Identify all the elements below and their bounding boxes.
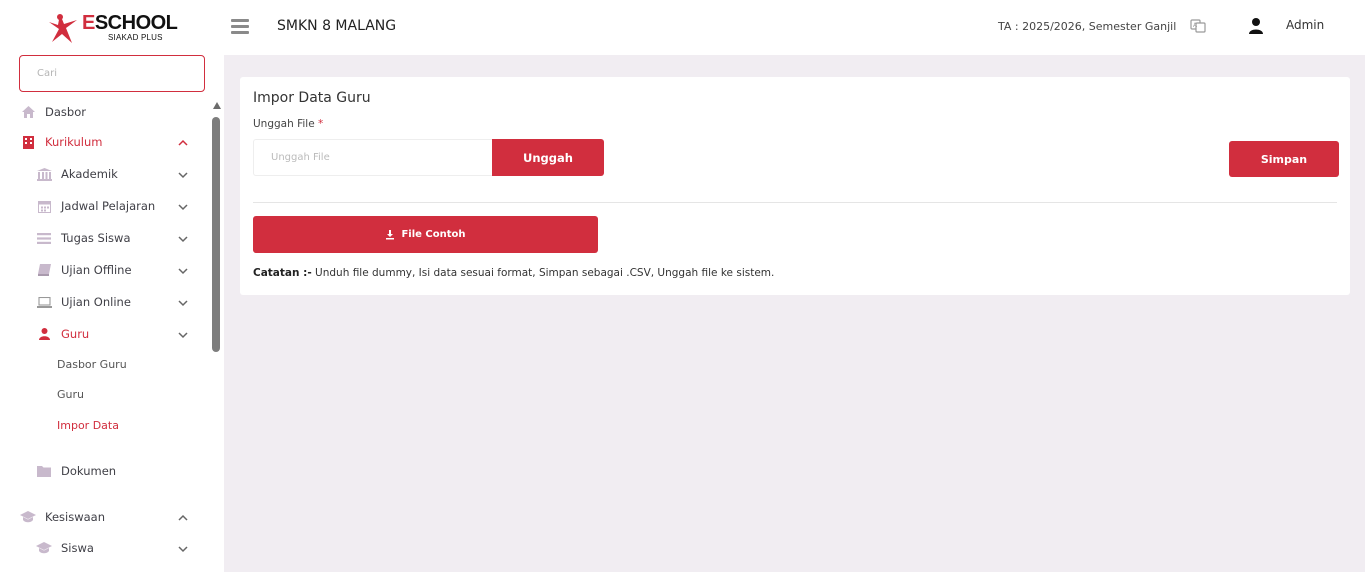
graduation-cap-icon: [36, 540, 52, 556]
sidebar-item-dokumen[interactable]: Dokumen: [36, 459, 116, 483]
sidebar-subitem-impor-data[interactable]: Impor Data: [57, 419, 119, 432]
import-note: Catatan :- Unduh file dummy, Isi data se…: [253, 267, 775, 279]
file-field-label: Unggah File *: [253, 118, 324, 130]
sidebar-item-jadwal-pelajaran[interactable]: Jadwal Pelajaran: [36, 194, 155, 218]
upload-button[interactable]: Unggah: [492, 139, 604, 176]
chevron-down-icon[interactable]: [177, 201, 189, 213]
scroll-up-arrow-icon[interactable]: [213, 102, 221, 109]
graduation-cap-icon: [20, 509, 36, 525]
building-icon: [20, 134, 36, 150]
sidebar-item-dasbor[interactable]: Dasbor: [20, 100, 86, 124]
sidebar-item-label: Kurikulum: [45, 135, 103, 149]
home-icon: [20, 104, 36, 120]
list-icon: [36, 230, 52, 246]
language-icon[interactable]: A: [1190, 18, 1206, 34]
sidebar-item-label: Dasbor: [45, 105, 86, 119]
sidebar-subitem-guru[interactable]: Guru: [57, 388, 84, 401]
chevron-down-icon[interactable]: [177, 543, 189, 555]
sidebar-item-akademik[interactable]: Akademik: [36, 162, 118, 186]
save-button[interactable]: Simpan: [1229, 141, 1339, 177]
sidebar-item-label: Akademik: [61, 167, 118, 181]
sidebar-item-label: Kesiswaan: [45, 510, 106, 524]
sidebar: Dasbor Kurikulum Akademik Jadwal Pelajar…: [0, 55, 224, 572]
sidebar-item-ujian-online[interactable]: Ujian Online: [36, 290, 131, 314]
import-card: Impor Data Guru Unggah File * Unggah Sim…: [240, 77, 1350, 295]
institution-icon: [36, 166, 52, 182]
sidebar-item-label: Ujian Offline: [61, 263, 132, 277]
sidebar-item-tugas-siswa[interactable]: Tugas Siswa: [36, 226, 131, 250]
calendar-icon: [36, 198, 52, 214]
user-name[interactable]: Admin: [1286, 18, 1324, 32]
sidebar-item-label: Dokumen: [61, 464, 117, 478]
sidebar-search-input[interactable]: [19, 55, 205, 92]
page-title: Impor Data Guru: [253, 90, 371, 106]
file-upload-input[interactable]: [253, 139, 493, 176]
book-icon: [36, 262, 52, 278]
user-icon: [36, 326, 52, 342]
chevron-down-icon[interactable]: [177, 233, 189, 245]
menu-toggle-icon[interactable]: [231, 19, 249, 34]
brand-subtitle: SIAKAD PLUS: [108, 33, 163, 42]
chevron-down-icon[interactable]: [177, 329, 189, 341]
sidebar-scrollbar[interactable]: [212, 117, 220, 352]
divider: [253, 202, 1337, 203]
sidebar-item-label: Tugas Siswa: [61, 231, 131, 245]
sidebar-item-label: Siswa: [61, 541, 94, 555]
sidebar-item-guru[interactable]: Guru: [36, 322, 89, 346]
user-avatar-icon[interactable]: [1248, 17, 1264, 35]
folder-icon: [36, 463, 52, 479]
chevron-up-icon[interactable]: [177, 137, 189, 149]
download-sample-button[interactable]: File Contoh: [253, 216, 598, 253]
download-sample-label: File Contoh: [401, 229, 466, 240]
academic-year: TA : 2025/2026, Semester Ganjil: [998, 20, 1177, 33]
sidebar-item-label: Jadwal Pelajaran: [61, 199, 156, 213]
sidebar-item-kurikulum[interactable]: Kurikulum: [20, 130, 102, 154]
download-icon: [386, 229, 395, 239]
sidebar-item-label: Guru: [61, 327, 90, 341]
sidebar-item-ujian-offline[interactable]: Ujian Offline: [36, 258, 132, 282]
sidebar-item-label: Ujian Online: [61, 295, 131, 309]
sidebar-item-kesiswaan[interactable]: Kesiswaan: [20, 505, 105, 529]
chevron-down-icon[interactable]: [177, 297, 189, 309]
chevron-down-icon[interactable]: [177, 169, 189, 181]
school-name: SMKN 8 MALANG: [277, 18, 397, 34]
sidebar-item-siswa[interactable]: Siswa: [36, 536, 94, 560]
brand-logo[interactable]: ESCHOOL SIAKAD PLUS: [46, 12, 178, 46]
chevron-up-icon[interactable]: [177, 512, 189, 524]
sidebar-subitem-dasbor-guru[interactable]: Dasbor Guru: [57, 358, 127, 371]
chevron-down-icon[interactable]: [177, 265, 189, 277]
logo-mark-icon: [49, 14, 77, 43]
brand-title: ESCHOOL: [82, 12, 178, 34]
top-header: ESCHOOL SIAKAD PLUS SMKN 8 MALANG TA : 2…: [0, 0, 1365, 55]
laptop-icon: [36, 294, 52, 310]
